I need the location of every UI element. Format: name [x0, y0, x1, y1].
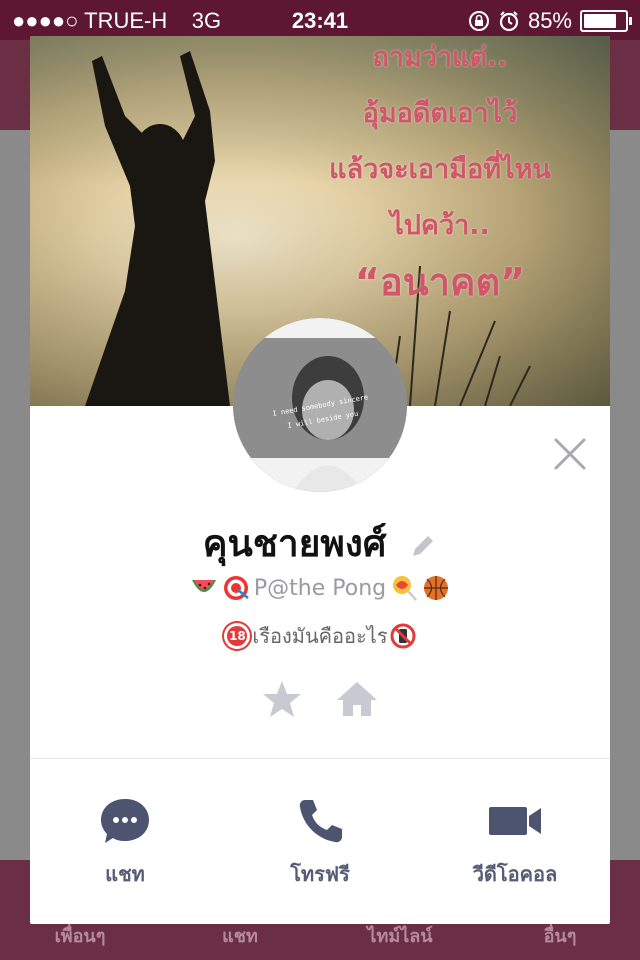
status-right: 85% — [468, 8, 632, 34]
profile-name: คุนชายพงศ์ — [202, 522, 387, 565]
chat-label: แชท — [105, 862, 145, 886]
status-message-text: P@the Pong — [253, 575, 387, 601]
battery-icon — [580, 10, 632, 32]
profile-quick-actions — [30, 678, 610, 720]
tab-friends: เพื่อนๆ — [54, 926, 106, 947]
home-icon[interactable] — [335, 678, 379, 720]
bio-row: 18 เรืองมันคืออะไร — [30, 620, 610, 652]
cover-line: ถามว่าแต่.. — [372, 42, 508, 73]
tab-timeline: ไทม์ไลน์ — [367, 926, 433, 947]
battery-percent: 85% — [527, 8, 572, 33]
phone-icon — [299, 800, 342, 843]
cover-line: ไปคว้า.. — [390, 210, 490, 241]
target-emoji-icon — [223, 576, 249, 600]
chat-bubble-icon — [101, 799, 149, 843]
profile-card: ถามว่าแต่.. อุ้มอดีตเอาไว้ แล้วจะเอามือท… — [30, 36, 610, 924]
status-bar: ●●●●○ TRUE-H 3G 23:41 85% — [0, 0, 640, 40]
basketball-emoji-icon — [424, 576, 449, 600]
cover-line: อุ้มอดีตเอาไว้ — [362, 98, 518, 129]
divider — [30, 758, 610, 759]
edit-pencil-icon[interactable] — [409, 532, 437, 560]
alarm-clock-icon — [499, 11, 519, 32]
chat-button[interactable]: แชท — [35, 796, 215, 890]
free-call-label: โทรฟรี — [290, 862, 350, 886]
rotation-lock-icon — [468, 11, 489, 31]
no-mobile-phones-icon — [390, 623, 416, 649]
watermelon-emoji-icon — [191, 580, 216, 592]
free-call-button[interactable]: โทรฟรี — [230, 796, 410, 890]
close-icon[interactable] — [552, 436, 588, 472]
favorite-star-icon[interactable] — [261, 678, 303, 720]
tab-chats: แชท — [222, 926, 258, 947]
no-under-18-icon: 18 — [224, 623, 251, 649]
video-call-button[interactable]: วีดีโอคอล — [425, 796, 605, 890]
lollipop-emoji-icon — [393, 576, 418, 601]
tab-more: อื่นๆ — [543, 926, 577, 947]
cover-quote: ถามว่าแต่.. อุ้มอดีตเอาไว้ แล้วจะเอามือท… — [310, 36, 570, 310]
avatar[interactable]: I need somebody sincere I will beside yo… — [233, 318, 407, 492]
battery-fill — [584, 14, 616, 28]
profile-name-row: คุนชายพงศ์ — [30, 514, 610, 573]
video-camera-icon — [489, 807, 541, 835]
status-message-row: P@the Pong — [30, 574, 610, 602]
video-call-label: วีดีโอคอล — [472, 862, 558, 886]
cover-emphasis: “อนาคต” — [354, 260, 526, 304]
contact-actions: แชท โทรฟรี วีดีโอคอล — [30, 796, 610, 896]
cover-line: แล้วจะเอามือที่ไหน — [329, 154, 551, 185]
bio-text: เรืองมันคืออะไร — [252, 624, 388, 648]
avatar-photo: I need somebody sincere I will beside yo… — [233, 318, 407, 492]
